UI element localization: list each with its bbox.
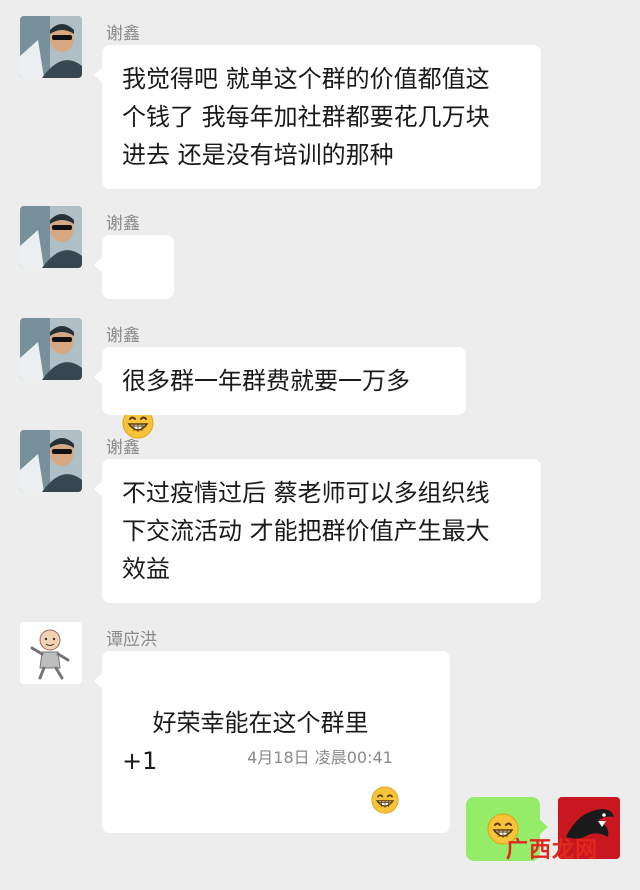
avatar[interactable] bbox=[20, 318, 82, 380]
sender-name: 谢鑫 bbox=[106, 24, 140, 44]
sender-name: 谭应洪 bbox=[106, 630, 157, 650]
sender-name: 谢鑫 bbox=[106, 214, 140, 234]
message-bubble[interactable]: 很多群一年群费就要一万多 bbox=[94, 347, 466, 415]
watermark-logo: 广西龙网 bbox=[506, 837, 599, 863]
message-bubble[interactable]: 我觉得吧 就单这个群的价值都值这 个钱了 我每年加社群都要花几万块 进去 还是没… bbox=[94, 45, 541, 189]
avatar[interactable] bbox=[20, 206, 82, 268]
avatar[interactable] bbox=[20, 622, 82, 684]
timestamp: 4月18日 凌晨00:41 bbox=[247, 748, 393, 767]
avatar[interactable] bbox=[20, 430, 82, 492]
message-bubble[interactable] bbox=[94, 235, 174, 439]
sender-name: 谢鑫 bbox=[106, 326, 140, 346]
message-bubble[interactable]: 好荣幸能在这个群里 +1 bbox=[94, 651, 450, 833]
sender-name: 谢鑫 bbox=[106, 438, 140, 458]
grinning-face-icon bbox=[370, 710, 399, 814]
message-bubble[interactable]: 不过疫情过后 蔡老师可以多组织线 下交流活动 才能把群价值产生最大 效益 bbox=[94, 459, 541, 603]
message-text: 好荣幸能在这个群里 bbox=[152, 709, 369, 737]
avatar[interactable] bbox=[20, 16, 82, 78]
